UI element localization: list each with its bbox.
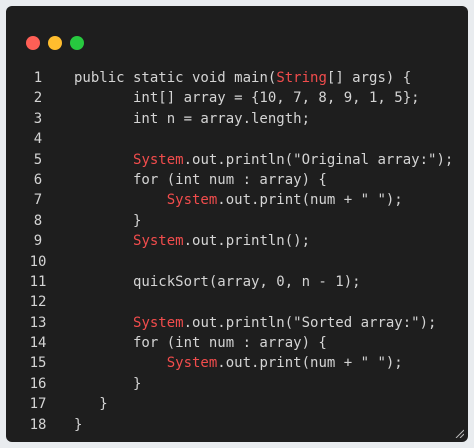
minimize-dot-icon[interactable]	[48, 36, 62, 50]
line-number: 18	[29, 416, 47, 433]
line-number: 1	[33, 70, 43, 86]
code-line[interactable]: 1 public static void main(String[] args) …	[6, 68, 468, 88]
code-token: [] args) {	[326, 70, 412, 86]
code-token: }	[74, 416, 83, 433]
code-line[interactable]: 11 quickSort(array, 0, n - 1);	[6, 272, 468, 292]
code-token: .out.println();	[183, 233, 311, 250]
code-line[interactable]: 6 for (int num : array) {	[6, 170, 468, 190]
class-name-token: System	[133, 314, 184, 331]
line-number: 2	[33, 90, 43, 107]
code-text: int[] array = {10, 7, 8, 9, 1, 5};	[74, 88, 420, 108]
code-line[interactable]: 17 }	[6, 394, 468, 414]
code-line[interactable]: 2 int[] array = {10, 7, 8, 9, 1, 5};	[6, 88, 468, 108]
line-number: 17	[29, 396, 47, 413]
code-token: .out.println("Original array:");	[183, 151, 454, 168]
code-text: System.out.println();	[74, 231, 310, 251]
line-number: 8	[33, 212, 43, 229]
code-line[interactable]: 13 System.out.println("Sorted array:");	[6, 313, 468, 333]
code-line[interactable]: 14 for (int num : array) {	[6, 333, 468, 353]
code-line[interactable]: 5 System.out.println("Original array:");	[6, 150, 468, 170]
class-name-token: String	[276, 70, 327, 86]
line-number: 14	[29, 335, 47, 352]
code-window: 1 public static void main(String[] args) …	[6, 6, 468, 442]
line-number: 3	[33, 110, 43, 127]
code-token: quickSort(array, 0, n - 1);	[74, 273, 361, 290]
code-line[interactable]: 10	[6, 252, 468, 272]
line-number: 15	[29, 355, 47, 372]
resize-handle-icon[interactable]	[454, 428, 464, 438]
code-line[interactable]: 8 }	[6, 211, 468, 231]
code-line[interactable]: 12	[6, 292, 468, 312]
code-line[interactable]: 18}	[6, 415, 468, 435]
code-text: }	[74, 211, 141, 231]
maximize-dot-icon[interactable]	[70, 36, 84, 50]
line-number: 9	[33, 233, 43, 250]
code-text: quickSort(array, 0, n - 1);	[74, 272, 361, 292]
code-line[interactable]: 15 System.out.print(num + " ");	[6, 353, 468, 373]
code-block[interactable]: 1 public static void main(String[] args) …	[6, 68, 468, 435]
class-name-token: System	[166, 192, 218, 209]
code-token: main(	[234, 70, 277, 86]
code-text: public static void main(String[] args) {	[74, 68, 411, 88]
class-name-token: System	[133, 151, 184, 168]
code-text: System.out.print(num + " ");	[74, 190, 403, 210]
line-number: 11	[29, 273, 47, 290]
line-number: 5	[33, 151, 43, 168]
code-text: }	[74, 415, 82, 435]
code-text: for (int num : array) {	[74, 170, 327, 190]
line-number: 13	[29, 314, 47, 331]
code-text: System.out.println("Original array:");	[74, 150, 453, 170]
line-number: 16	[29, 375, 47, 392]
code-line[interactable]: 4	[6, 129, 468, 149]
code-line[interactable]: 16 }	[6, 374, 468, 394]
code-token: }	[74, 212, 142, 229]
code-text: }	[74, 374, 141, 394]
window-controls	[26, 36, 84, 50]
code-text: }	[74, 394, 108, 414]
code-text: System.out.println("Sorted array:");	[74, 313, 436, 333]
code-token: .out.print(num + " ");	[217, 355, 403, 372]
code-text: System.out.print(num + " ");	[74, 353, 403, 373]
code-token: for (int num : array) {	[74, 171, 327, 188]
code-token: .out.println("Sorted array:");	[183, 314, 437, 331]
code-text: for (int num : array) {	[74, 333, 327, 353]
code-token: }	[74, 375, 142, 392]
code-token: public static void	[74, 70, 235, 86]
line-number: 6	[33, 171, 43, 188]
code-token: .out.print(num + " ");	[217, 192, 403, 209]
code-text: int n = array.length;	[74, 109, 310, 129]
code-line[interactable]: 3 int n = array.length;	[6, 109, 468, 129]
code-token: int n = array.length;	[74, 110, 311, 127]
line-number: 4	[33, 131, 43, 148]
code-token: int[] array = {10, 7, 8, 9, 1, 5};	[74, 90, 420, 107]
close-dot-icon[interactable]	[26, 36, 40, 50]
code-line[interactable]: 7 System.out.print(num + " ");	[6, 190, 468, 210]
code-line[interactable]: 9 System.out.println();	[6, 231, 468, 251]
line-number: 7	[33, 192, 43, 209]
code-token: for (int num : array) {	[74, 335, 327, 352]
class-name-token: System	[166, 355, 218, 372]
class-name-token: System	[133, 233, 184, 250]
line-number: 10	[29, 253, 47, 270]
line-number: 12	[29, 294, 47, 311]
code-token: }	[74, 396, 108, 413]
